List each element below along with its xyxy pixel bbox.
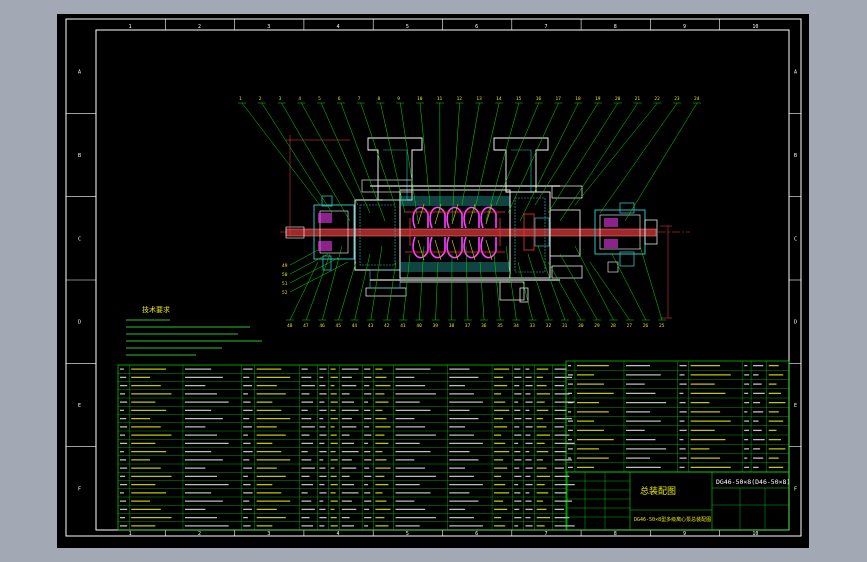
technical-requirements-heading: 技术要求	[142, 305, 170, 314]
callout-number: 29	[594, 323, 600, 329]
zone-row-label-right: B	[794, 153, 797, 159]
callout-number: 14	[496, 96, 502, 102]
zone-col-label-bottom: 8	[614, 531, 617, 537]
zone-row-label-right: C	[794, 236, 797, 242]
callout-number: 23	[674, 96, 680, 102]
zone-col-label-top: 9	[683, 24, 686, 30]
callout-number: 1	[239, 96, 242, 102]
callout-number: 43	[368, 323, 374, 329]
zone-row-label-right: E	[794, 403, 797, 409]
callout-number: 10	[417, 96, 423, 102]
callout-number: 37	[465, 323, 471, 329]
zone-col-label-bottom: 7	[544, 531, 547, 537]
callout-number: 26	[643, 323, 649, 329]
callout-number: 22	[654, 96, 660, 102]
callout-number: 7	[358, 96, 361, 102]
zone-row-label-right: A	[794, 70, 797, 76]
callout-number: 11	[437, 96, 443, 102]
callout-number: 48	[287, 323, 293, 329]
zone-row-label-left: D	[78, 320, 81, 326]
zone-row-label-right: D	[794, 320, 797, 326]
callout-number: 42	[384, 323, 390, 329]
callout-number: 40	[416, 323, 422, 329]
callout-number: 49	[282, 263, 288, 269]
callout-number: 41	[400, 323, 406, 329]
bom-table-left	[117, 364, 575, 531]
callout-number: 30	[578, 323, 584, 329]
callout-number: 13	[476, 96, 482, 102]
callout-number: 47	[303, 323, 309, 329]
zone-row-label-right: F	[794, 486, 797, 492]
callout-number: 18	[575, 96, 581, 102]
zone-col-label-top: 2	[198, 24, 201, 30]
callout-number: 20	[615, 96, 621, 102]
zone-row-label-left: E	[78, 403, 81, 409]
cad-drawing-canvas: 1 2 3 4 5 6 7 8 9 10 1 2 3 4 5 6 7 8 9 10 ABCDEF ABCDEF	[57, 14, 809, 548]
callout-number: 12	[457, 96, 463, 102]
callout-number: 9	[397, 96, 400, 102]
zone-col-label-top: 5	[406, 24, 409, 30]
drawing-name: 总装配图	[640, 485, 676, 497]
zone-col-label-top: 7	[544, 24, 547, 30]
callout-number: 24	[694, 96, 700, 102]
callout-number: 33	[530, 323, 536, 329]
callout-number: 19	[595, 96, 601, 102]
drawing-subtitle: DG46-50×8型多级离心泵总装配图	[634, 516, 711, 523]
zone-col-label-bottom: 10	[752, 531, 758, 537]
zone-row-label-left: C	[78, 236, 81, 242]
callout-number: 45	[336, 323, 342, 329]
callout-number: 38	[449, 323, 455, 329]
callout-number: 36	[481, 323, 487, 329]
callout-number: 2	[259, 96, 262, 102]
callout-number: 52	[282, 290, 288, 296]
zone-col-label-top: 4	[337, 24, 340, 30]
callout-number: 39	[433, 323, 439, 329]
zone-col-label-top: 1	[129, 24, 132, 30]
zone-col-label-bottom: 1	[129, 531, 132, 537]
callout-number: 28	[610, 323, 616, 329]
callout-number: 8	[377, 96, 380, 102]
callout-number: 32	[546, 323, 552, 329]
callout-number: 34	[513, 323, 519, 329]
callout-number: 5	[318, 96, 321, 102]
zone-row-label-left: F	[78, 486, 81, 492]
callout-number: 6	[338, 96, 341, 102]
callout-number: 50	[282, 272, 288, 278]
zone-row-label-left: A	[78, 70, 81, 76]
zone-col-label-top: 3	[267, 24, 270, 30]
callout-number: 27	[627, 323, 633, 329]
zone-col-label-bottom: 9	[683, 531, 686, 537]
callout-number: 35	[497, 323, 503, 329]
zone-col-label-bottom: 5	[406, 531, 409, 537]
zone-col-label-bottom: 6	[475, 531, 478, 537]
zone-col-label-bottom: 3	[267, 531, 270, 537]
zone-col-label-top: 10	[752, 24, 758, 30]
callout-number: 15	[516, 96, 522, 102]
callout-number: 16	[536, 96, 542, 102]
shaft	[285, 228, 657, 237]
callout-number: 4	[298, 96, 301, 102]
callout-number: 51	[282, 281, 288, 287]
zone-col-label-bottom: 2	[198, 531, 201, 537]
zone-row-label-left: B	[78, 153, 81, 159]
zone-col-label-top: 6	[475, 24, 478, 30]
zone-col-label-bottom: 4	[337, 531, 340, 537]
callout-number: 25	[659, 323, 665, 329]
drawing-number: DG46-50×8(D46-50×8)	[716, 478, 790, 486]
callout-number: 46	[319, 323, 325, 329]
callout-number: 44	[352, 323, 358, 329]
zone-col-label-top: 8	[614, 24, 617, 30]
callout-number: 31	[562, 323, 568, 329]
callout-number: 3	[279, 96, 282, 102]
callout-number: 17	[556, 96, 562, 102]
callout-number: 21	[635, 96, 641, 102]
